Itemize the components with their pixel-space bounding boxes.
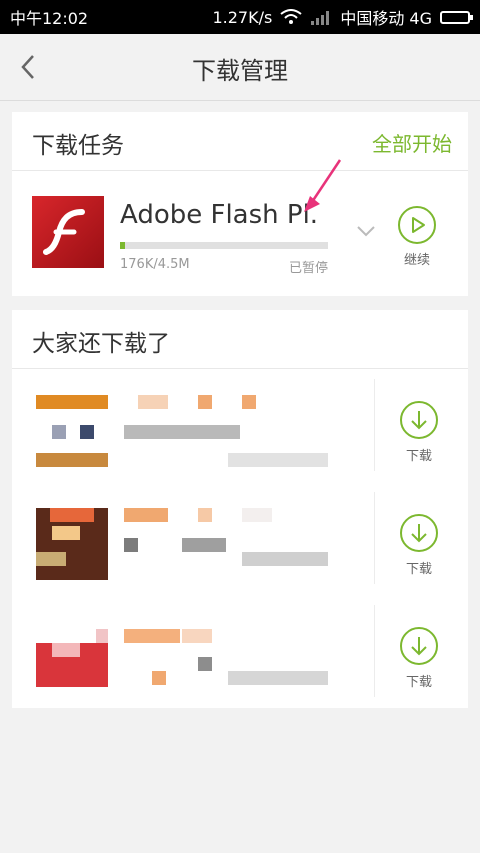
download-button[interactable]: 下载 (399, 445, 439, 464)
chevron-down-icon[interactable] (356, 225, 376, 237)
download-button[interactable]: 下载 (399, 558, 439, 577)
download-tasks-header: 下载任务 全部开始 (12, 112, 468, 171)
recommended-item[interactable]: 下载 (12, 482, 468, 594)
download-status: 已暂停 (288, 261, 328, 276)
play-icon[interactable] (398, 206, 436, 244)
row-divider (374, 492, 375, 584)
download-tasks-title: 下载任务 (32, 133, 124, 159)
recommended-item[interactable]: 下载 (12, 595, 468, 707)
annotation-arrow-icon (304, 159, 342, 212)
recommended-item[interactable]: 下载 (12, 369, 468, 481)
flash-app-icon (32, 196, 104, 268)
row-divider (374, 379, 375, 471)
clock: 中午12:02 (10, 9, 89, 28)
download-icon[interactable] (400, 514, 438, 552)
carrier-label: 中国移动 4G (340, 9, 432, 28)
recommended-header: 大家还下载了 (12, 310, 468, 369)
download-icon[interactable] (400, 627, 438, 665)
network-speed: 1.27K/s (212, 7, 273, 27)
download-size: 176K/4.5M (120, 257, 190, 272)
download-button[interactable]: 下载 (399, 671, 439, 690)
recommended-title: 大家还下载了 (32, 331, 170, 357)
status-bar: 中午12:02 1.27K/s 中国移动 4G (0, 0, 480, 34)
download-icon[interactable] (400, 401, 438, 439)
page-title: 下载管理 (192, 57, 288, 85)
download-tasks-card: 下载任务 全部开始 Adobe Flash Pl. 176K/4.5M 已暂停 … (12, 112, 468, 296)
status-indicators: 1.27K/s 中国移动 4G (212, 5, 473, 29)
battery-icon (440, 10, 473, 24)
app-name: Adobe Flash Pl. (120, 200, 319, 230)
download-progress-bar (120, 242, 328, 249)
resume-button[interactable]: 继续 (397, 249, 437, 268)
start-all-button[interactable]: 全部开始 (372, 128, 452, 157)
nav-bar: 下载管理 (0, 34, 480, 101)
signal-icon (311, 11, 330, 25)
row-divider (374, 605, 375, 697)
wifi-icon (280, 9, 302, 24)
download-progress-fill (120, 242, 126, 249)
recommended-card: 大家还下载了 下载 下载 下载 (12, 310, 468, 708)
